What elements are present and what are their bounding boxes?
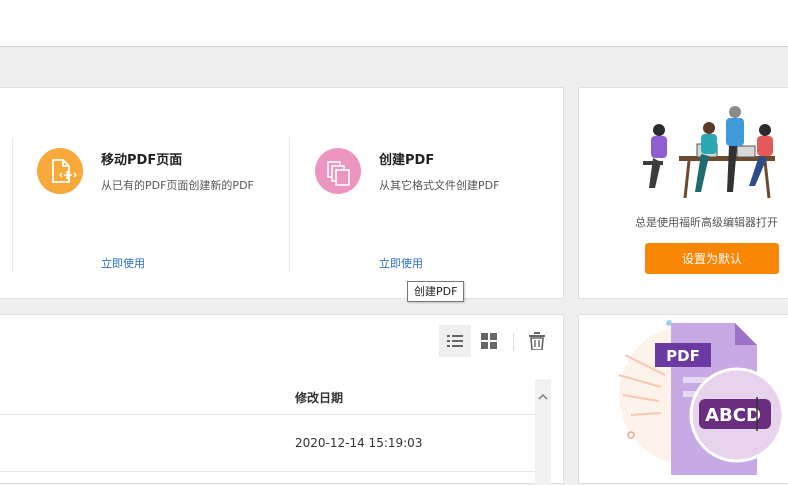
default-app-panel: 总是使用福昕高级编辑器打开 设置为默认 [578,87,788,299]
row-divider [0,471,539,472]
header-divider [0,414,539,415]
create-pdf-title: 创建PDF [379,153,435,168]
abcd-label: ABCD [705,405,761,426]
move-pages-use-link[interactable]: 立即使用 [101,255,145,271]
toolbar-separator [513,333,514,351]
divider [12,138,13,273]
file-modified-date: 2020-12-14 15:19:03 [295,436,423,450]
grid-view-icon [481,333,497,349]
list-view-button[interactable] [439,325,471,357]
trash-icon [529,332,545,350]
create-pdf-use-link[interactable]: 立即使用 [379,255,423,271]
grid-view-button[interactable] [473,325,505,357]
tooltip: 创建PDF [407,281,465,302]
create-pdf-desc: 从其它格式文件创建PDF [379,179,500,192]
pdf-label: PDF [666,347,700,365]
move-pages-title: 移动PDF页面 [101,153,183,168]
pdf-ocr-illustration: PDF ABCD [618,320,785,475]
scrollbar[interactable] [535,379,551,485]
pdf-ad-panel: PDF ABCD [578,314,788,484]
sub-toolbar [0,47,788,79]
tools-panel: 移动PDF页面 从已有的PDF页面创建新的PDF 立即使用 创建PDF 从其它格… [0,87,564,299]
default-app-text: 总是使用福昕高级编辑器打开 [635,216,778,229]
delete-button[interactable] [521,325,553,357]
set-default-button[interactable]: 设置为默认 [645,243,779,274]
team-meeting-illustration [643,106,775,199]
column-header-modified[interactable]: 修改日期 [295,389,343,406]
top-toolbar [0,0,788,47]
divider [289,138,290,273]
chevron-up-icon[interactable] [538,393,548,400]
create-pdf-icon[interactable] [315,148,361,194]
move-pages-icon[interactable] [37,148,83,194]
list-view-icon [447,335,463,347]
recent-files-panel: 修改日期 2020-12-14 15:19:03 [0,314,564,485]
move-pages-desc: 从已有的PDF页面创建新的PDF [101,179,254,192]
